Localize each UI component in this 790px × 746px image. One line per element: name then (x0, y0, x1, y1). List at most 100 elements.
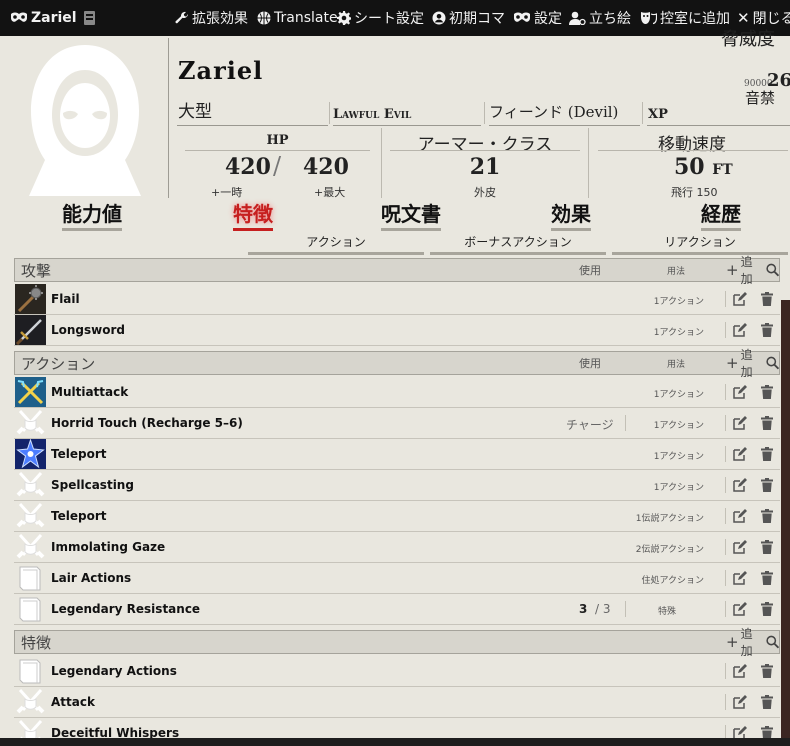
item-row[interactable]: Teleport 1アクション (14, 439, 780, 470)
item-name[interactable]: Longsword (51, 323, 125, 337)
edit-icon[interactable] (733, 602, 747, 616)
longsword-icon (15, 315, 46, 345)
subtab-bonus-action[interactable]: ボーナスアクション (430, 233, 606, 255)
item-name[interactable]: Flail (51, 292, 80, 306)
hp-temp-label[interactable]: +一時 (211, 184, 242, 200)
edit-icon[interactable] (733, 323, 747, 337)
trash-icon[interactable] (761, 695, 773, 709)
tab-effects[interactable]: 効果 (551, 201, 591, 231)
close-icon: ✕ (737, 9, 750, 27)
item-use[interactable]: チャージ (566, 416, 614, 433)
edit-icon[interactable] (733, 416, 747, 430)
divider (625, 601, 626, 617)
item-row[interactable]: Flail 1アクション (14, 284, 780, 315)
edit-icon[interactable] (733, 509, 747, 523)
translate-button[interactable]: Translate (257, 0, 338, 36)
background-strip (0, 738, 790, 746)
item-name[interactable]: Teleport (51, 509, 106, 523)
settings-button[interactable]: 設定 (513, 0, 562, 36)
book-icon (19, 597, 41, 622)
sheet-settings-button[interactable]: シート設定 (337, 0, 424, 36)
subtab-action[interactable]: アクション (248, 233, 424, 255)
item-name[interactable]: Immolating Gaze (51, 540, 165, 554)
edit-icon[interactable] (733, 695, 747, 709)
speed-value-group[interactable]: 50 ft (674, 154, 733, 180)
item-row[interactable]: Legendary Actions (14, 656, 780, 687)
trash-icon[interactable] (761, 664, 773, 678)
item-row[interactable]: Spellcasting 1アクション (14, 470, 780, 501)
hp-current[interactable]: 420 (225, 154, 271, 180)
character-name[interactable]: Zariel (178, 56, 263, 85)
item-row[interactable]: Lair Actions 住処アクション (14, 563, 780, 594)
trash-icon[interactable] (761, 509, 773, 523)
item-uses-current[interactable]: 3 (579, 602, 587, 616)
flail-icon (15, 284, 46, 314)
item-row[interactable]: Horrid Touch (Recharge 5–6) チャージ 1アクション (14, 408, 780, 439)
tab-features[interactable]: 特徴 (233, 201, 273, 231)
edit-icon[interactable] (733, 385, 747, 399)
item-name[interactable]: Legendary Resistance (51, 602, 200, 616)
armor-class-value[interactable]: 21 (386, 154, 584, 180)
trash-icon[interactable] (761, 478, 773, 492)
item-row[interactable]: Attack (14, 687, 780, 718)
item-name[interactable]: Spellcasting (51, 478, 134, 492)
id-card-icon[interactable] (83, 11, 95, 25)
trash-icon[interactable] (761, 447, 773, 461)
item-row[interactable]: Immolating Gaze 2伝説アクション (14, 532, 780, 563)
scrollbar[interactable] (781, 300, 790, 746)
extensions-button[interactable]: 拡張効果 (175, 0, 248, 36)
edit-icon[interactable] (733, 571, 747, 585)
item-name[interactable]: Teleport (51, 447, 106, 461)
translate-label: Translate (274, 10, 338, 26)
edit-icon[interactable] (733, 478, 747, 492)
trash-icon[interactable] (761, 385, 773, 399)
trash-icon[interactable] (761, 602, 773, 616)
subtab-reaction[interactable]: リアクション (612, 233, 788, 255)
trash-icon[interactable] (761, 323, 773, 337)
divider (725, 508, 726, 524)
trash-icon[interactable] (761, 571, 773, 585)
add-button[interactable]: + 追加 (726, 346, 779, 380)
item-name[interactable]: Legendary Actions (51, 664, 177, 678)
add-button[interactable]: + 追加 (726, 253, 779, 287)
alignment-field[interactable]: Lawful Evil (333, 100, 481, 126)
edit-icon[interactable] (733, 447, 747, 461)
initial-token-button[interactable]: 初期コマ (432, 0, 505, 36)
item-name[interactable]: Attack (51, 695, 95, 709)
trash-icon[interactable] (761, 540, 773, 554)
trash-icon[interactable] (761, 292, 773, 306)
search-icon[interactable] (765, 635, 779, 649)
tab-abilities[interactable]: 能力値 (62, 201, 122, 231)
item-row[interactable]: Longsword 1アクション (14, 315, 780, 346)
trash-icon[interactable] (761, 416, 773, 430)
add-button[interactable]: + 追加 (726, 625, 779, 659)
plus-icon: + (726, 261, 739, 279)
armor-class-source: 外皮 (474, 186, 496, 199)
size-field[interactable]: 大型 (177, 100, 328, 126)
standing-portrait-button[interactable]: 立ち絵 (569, 0, 631, 36)
item-row[interactable]: Multiattack 1アクション (14, 377, 780, 408)
item-row[interactable]: Teleport 1伝説アクション (14, 501, 780, 532)
xp-field[interactable]: XP (647, 100, 790, 126)
item-row[interactable]: Legendary Resistance 3 / 3 特殊 (14, 594, 780, 625)
item-name[interactable]: Horrid Touch (Recharge 5–6) (51, 416, 243, 430)
edit-icon[interactable] (733, 292, 747, 306)
edit-icon[interactable] (733, 664, 747, 678)
hp-max[interactable]: 420 (303, 154, 349, 180)
character-portrait[interactable] (5, 38, 165, 198)
speed-value: 50 (674, 154, 705, 180)
threat-value[interactable]: 26 (767, 70, 790, 91)
add-to-waiting-room-button[interactable]: 控室に追加 (640, 0, 730, 36)
tab-spellbook[interactable]: 呪文書 (381, 201, 441, 231)
edit-icon[interactable] (733, 540, 747, 554)
window-title: Zariel (31, 10, 77, 26)
hp-max-bonus-label[interactable]: +最大 (314, 184, 345, 200)
tab-biography[interactable]: 経歴 (701, 201, 741, 231)
creature-type-field[interactable]: フィーンド (Devil) (489, 100, 640, 126)
search-icon[interactable] (765, 356, 779, 370)
item-name[interactable]: Lair Actions (51, 571, 131, 585)
search-icon[interactable] (765, 263, 779, 277)
divider (725, 570, 726, 586)
item-name[interactable]: Multiattack (51, 385, 128, 399)
plus-icon: + (726, 633, 739, 651)
